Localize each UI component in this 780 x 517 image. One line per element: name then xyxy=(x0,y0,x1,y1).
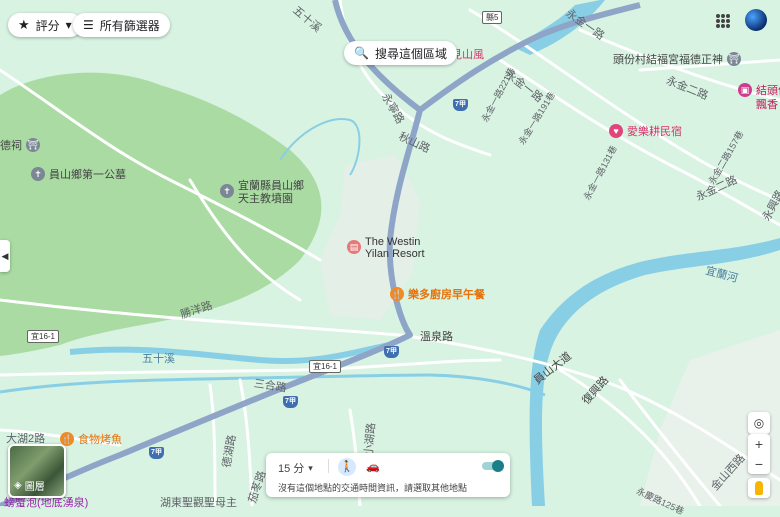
layers-icon: ◈ xyxy=(14,480,22,491)
star-icon: ★ xyxy=(18,17,30,32)
chevron-down-icon: ▾ xyxy=(65,18,72,32)
my-location-button[interactable]: ◎ xyxy=(748,412,770,434)
poi-label: 樂多廚房早午餐 xyxy=(408,289,485,301)
car-icon: 🚗 xyxy=(366,461,380,473)
poi-label: 德祠 xyxy=(0,140,22,152)
road-label: 小湖路 xyxy=(362,422,378,457)
lodging-icon: ▣ xyxy=(738,83,752,97)
avatar[interactable] xyxy=(745,9,767,31)
walking-icon: 🚶 xyxy=(340,461,354,473)
poi-jietou-sub: 飄香 xyxy=(756,96,778,112)
street-view-pegman[interactable] xyxy=(748,478,770,498)
poi-aile-bnb[interactable]: ♥ 愛樂耕民宿 xyxy=(609,123,682,139)
route-shield: 宜16-1 xyxy=(27,330,60,343)
target-icon: ◎ xyxy=(753,416,765,430)
route-shield: 宜16-1 xyxy=(309,360,342,373)
hotel-icon: ▤ xyxy=(347,240,361,254)
poi-shrine[interactable]: 德祠 ⛩ xyxy=(0,137,40,153)
all-filters-button[interactable]: ☰ 所有篩選器 xyxy=(73,13,170,37)
walking-mode-button[interactable]: 🚶 xyxy=(338,458,356,476)
rating-filter-button[interactable]: ★ 評分 ▾ xyxy=(8,13,82,37)
travel-time-toggle[interactable] xyxy=(482,460,504,472)
search-area-label: 搜尋這個區域 xyxy=(374,46,447,61)
layers-label: 圖層 xyxy=(24,482,45,493)
highway-shield: 7甲 xyxy=(384,346,399,358)
bed-icon: ♥ xyxy=(609,124,623,138)
shrine-icon: ⛩ xyxy=(26,138,40,152)
travel-time-dropdown[interactable]: 15 分 ▾ xyxy=(278,460,313,476)
poi-catholic-cemetery[interactable]: ✝ 宜蘭縣員山鄉 天主教墳園 xyxy=(220,180,304,206)
poi-bbq[interactable]: 🍴 食物烤魚 xyxy=(60,431,122,447)
zoom-out-button[interactable]: − xyxy=(748,454,770,474)
apps-grid-icon[interactable] xyxy=(716,14,730,28)
zoom-controls: + − xyxy=(748,434,770,474)
route-shield: 縣5 xyxy=(482,11,503,24)
toggle-knob xyxy=(492,460,504,472)
layers-label-row: ◈ 圖層 xyxy=(14,478,45,493)
chevron-left-icon: ◀ xyxy=(1,250,9,261)
poi-label: 員山鄉第一公墓 xyxy=(49,169,126,181)
highway-shield: 7甲 xyxy=(453,99,468,111)
poi-westin[interactable]: ▤ The Westin Yilan Resort xyxy=(347,236,425,260)
highway-shield: 7甲 xyxy=(283,396,298,408)
zoom-in-button[interactable]: + xyxy=(748,434,770,454)
travel-time-panel: 15 分 ▾ 🚶 🚗 沒有這個地點的交通時間資訊，請選取其他地點 xyxy=(266,453,510,497)
poi-label-line: The Westin xyxy=(365,236,421,248)
pegman-icon xyxy=(755,481,763,495)
road-label: 溫泉路 xyxy=(420,331,453,343)
poi-label: 宜蘭縣員山鄉 天主教墳園 xyxy=(238,180,304,205)
road-label: 五十溪 xyxy=(142,353,175,365)
highway-shield: 7甲 xyxy=(149,447,164,459)
poi-temple[interactable]: 頭份村結福宮福德正神 ⛩ xyxy=(613,51,741,67)
travel-time-label: 15 分 xyxy=(278,463,305,475)
road-label: 湖東聖觀聖母主 xyxy=(160,497,237,509)
temple-icon: ⛩ xyxy=(727,52,741,66)
poi-label: 飄香 xyxy=(756,99,778,111)
search-this-area-button[interactable]: 🔍 搜尋這個區域 xyxy=(344,41,457,65)
driving-mode-button[interactable]: 🚗 xyxy=(364,458,382,476)
search-icon: 🔍 xyxy=(354,46,369,60)
all-filters-label: 所有篩選器 xyxy=(99,18,160,33)
poi-label: 食物烤魚 xyxy=(78,434,122,446)
layers-button[interactable]: ◈ 圖層 xyxy=(8,444,66,498)
poi-label: 頭份村結福宮福德正神 xyxy=(613,54,723,66)
poi-label: The Westin Yilan Resort xyxy=(365,236,425,260)
collapse-panel-button[interactable]: ◀ xyxy=(0,240,10,272)
rating-filter-label: 評分 xyxy=(35,18,60,33)
divider xyxy=(328,459,329,473)
cemetery-icon: ✝ xyxy=(31,167,45,181)
poi-breakfast[interactable]: 🍴 樂多廚房早午餐 xyxy=(390,286,485,302)
restaurant-icon: 🍴 xyxy=(390,287,404,301)
poi-cemetery[interactable]: ✝ 員山鄉第一公墓 xyxy=(31,166,126,182)
poi-label-line: Yilan Resort xyxy=(365,248,425,260)
travel-time-message: 沒有這個地點的交通時間資訊，請選取其他地點 xyxy=(278,483,468,493)
sliders-icon: ☰ xyxy=(83,18,94,32)
chevron-down-icon: ▾ xyxy=(308,462,313,473)
cemetery-icon: ✝ xyxy=(220,184,234,198)
poi-label: 愛樂耕民宿 xyxy=(627,126,682,138)
